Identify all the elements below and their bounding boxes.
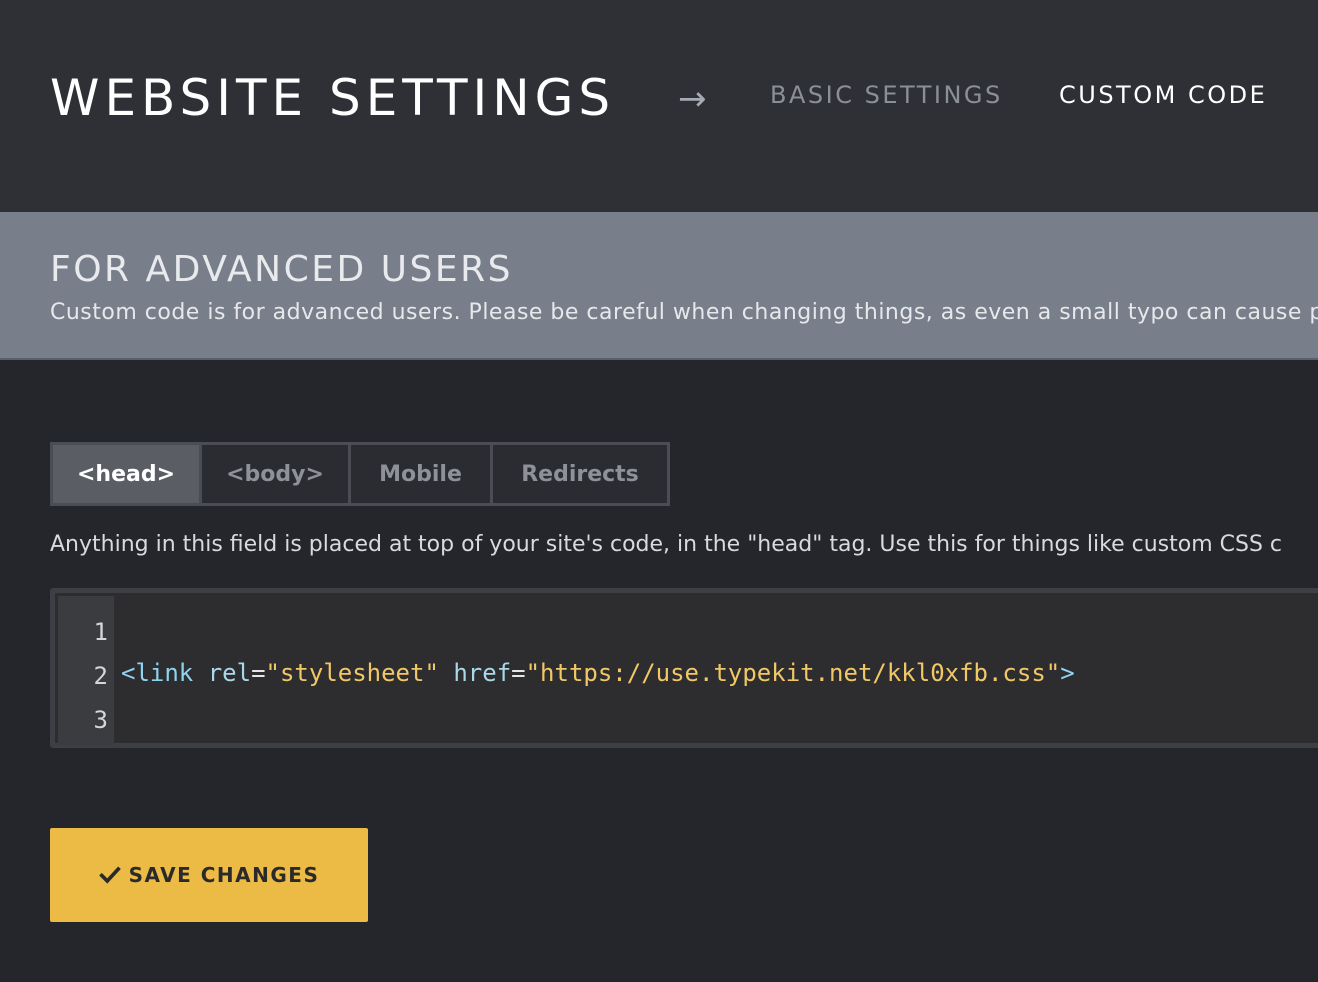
code-token-attr: href bbox=[453, 659, 512, 687]
nav-custom-code[interactable]: CUSTOM CODE bbox=[1059, 80, 1267, 110]
code-token-tag-close: > bbox=[1060, 659, 1075, 687]
code-token-equals: = bbox=[511, 659, 526, 687]
tab-redirects[interactable]: Redirects bbox=[493, 445, 667, 503]
code-token-equals: = bbox=[251, 659, 266, 687]
code-token-string: "https://use.typekit.net/kkl0xfb.css" bbox=[525, 659, 1061, 687]
line-number: 2 bbox=[93, 662, 108, 690]
code-token-string: "stylesheet" bbox=[265, 659, 439, 687]
notice-description: Custom code is for advanced users. Pleas… bbox=[50, 300, 1318, 325]
code-line-2[interactable]: <link rel="stylesheet" href="https://use… bbox=[121, 651, 1075, 695]
save-changes-button[interactable]: SAVE CHANGES bbox=[50, 828, 368, 922]
advanced-users-notice: FOR ADVANCED USERS Custom code is for ad… bbox=[0, 212, 1318, 360]
page-title: WEBSITE SETTINGS bbox=[50, 69, 616, 127]
code-token-attr: rel bbox=[207, 659, 252, 687]
tab-body[interactable]: <body> bbox=[202, 445, 351, 503]
check-icon bbox=[98, 866, 121, 884]
tab-mobile[interactable]: Mobile bbox=[351, 445, 493, 503]
save-button-label: SAVE CHANGES bbox=[128, 863, 320, 887]
line-number-gutter: 1 2 3 bbox=[58, 596, 114, 745]
arrow-right-icon: → bbox=[678, 79, 707, 119]
nav-basic-settings[interactable]: BASIC SETTINGS bbox=[770, 80, 1003, 110]
notice-title: FOR ADVANCED USERS bbox=[50, 249, 513, 290]
line-number: 3 bbox=[93, 706, 108, 734]
line-number: 1 bbox=[93, 618, 108, 646]
code-section-tabs: <head> <body> Mobile Redirects bbox=[50, 442, 670, 506]
code-editor[interactable]: 1 2 3 <link rel="stylesheet" href="https… bbox=[50, 588, 1318, 748]
field-help-text: Anything in this field is placed at top … bbox=[50, 532, 1283, 557]
code-token-tag-open: <link bbox=[121, 659, 194, 687]
tab-head[interactable]: <head> bbox=[53, 445, 202, 503]
page-header: WEBSITE SETTINGS → BASIC SETTINGS CUSTOM… bbox=[0, 0, 1318, 212]
